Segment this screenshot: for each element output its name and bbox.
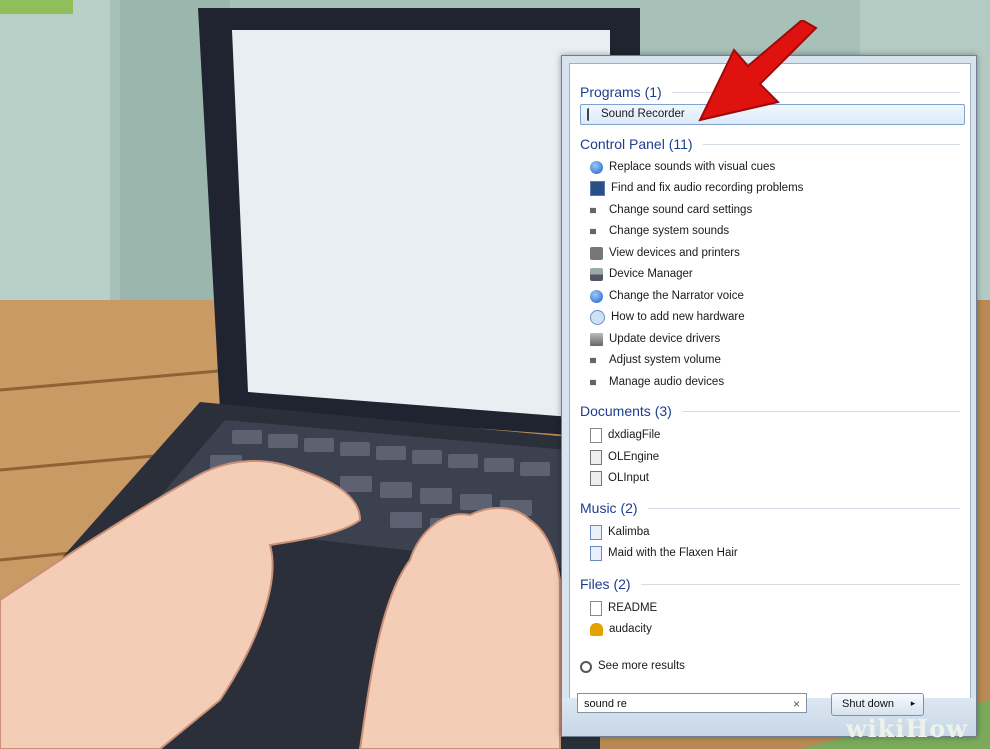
result-item-devices-printers[interactable]: View devices and printers — [590, 243, 740, 264]
start-menu-panel: Programs (1) Sound Recorder Control Pane… — [561, 55, 977, 737]
result-item-maid-flaxen-hair[interactable]: Maid with the Flaxen Hair — [590, 543, 738, 564]
ease-of-access-icon — [590, 161, 603, 174]
result-item-label: Manage audio devices — [609, 376, 725, 388]
speaker-icon — [590, 225, 603, 238]
result-item-label: dxdiagFile — [608, 429, 661, 441]
settings-file-icon — [590, 471, 602, 486]
shut-down-options-arrow-icon[interactable]: ▸ — [903, 693, 924, 716]
drivers-icon — [590, 333, 603, 346]
result-item-label: How to add new hardware — [611, 311, 745, 323]
result-item-label: OLEngine — [608, 451, 660, 463]
result-item-narrator-voice[interactable]: Change the Narrator voice — [590, 286, 744, 307]
speaker-icon — [590, 354, 603, 367]
search-input[interactable]: sound re × — [577, 693, 807, 713]
group-divider — [647, 507, 960, 509]
result-item-find-fix-audio[interactable]: Find and fix audio recording problems — [590, 178, 803, 199]
group-header-control-panel[interactable]: Control Panel (11) — [580, 133, 960, 155]
search-icon — [580, 660, 592, 673]
group-divider — [702, 143, 960, 145]
result-item-label: Change the Narrator voice — [609, 290, 744, 302]
result-item-add-hardware[interactable]: How to add new hardware — [590, 307, 745, 328]
device-manager-icon — [590, 268, 603, 281]
result-item-label: README — [608, 602, 658, 614]
result-item-replace-sounds[interactable]: Replace sounds with visual cues — [590, 157, 775, 178]
shut-down-button[interactable]: Shut down — [831, 693, 905, 716]
result-item-label: Sound Recorder — [601, 108, 685, 120]
see-more-results-link[interactable]: See more results — [580, 656, 685, 677]
result-item-label: audacity — [609, 623, 652, 635]
result-item-label: Maid with the Flaxen Hair — [608, 547, 738, 559]
result-item-label: Kalimba — [608, 526, 650, 538]
music-file-icon — [590, 525, 602, 540]
result-item-system-sounds[interactable]: Change system sounds — [590, 221, 729, 242]
microphone-icon — [587, 108, 595, 121]
corner-tab — [0, 0, 73, 14]
result-item-olengine[interactable]: OLEngine — [590, 447, 659, 468]
settings-file-icon — [590, 450, 602, 465]
see-more-results-label: See more results — [598, 660, 685, 672]
group-divider — [681, 410, 960, 412]
group-header-documents[interactable]: Documents (3) — [580, 400, 960, 422]
group-header-music[interactable]: Music (2) — [580, 497, 960, 519]
result-item-label: Change system sounds — [609, 225, 730, 237]
ease-of-access-icon — [590, 290, 603, 303]
clear-search-icon[interactable]: × — [793, 694, 800, 714]
document-icon — [590, 428, 602, 443]
group-header-programs-label: Programs (1) — [580, 84, 662, 100]
result-item-device-manager[interactable]: Device Manager — [590, 264, 693, 285]
result-item-label: Replace sounds with visual cues — [609, 161, 776, 173]
result-item-audio-devices[interactable]: Manage audio devices — [590, 372, 724, 393]
result-item-label: Update device drivers — [609, 333, 721, 345]
speaker-icon — [590, 376, 603, 389]
wikihow-watermark: wikiHow — [846, 714, 968, 743]
result-item-label: Change sound card settings — [609, 204, 753, 216]
search-input-value: sound re — [584, 698, 627, 710]
group-header-files[interactable]: Files (2) — [580, 573, 960, 595]
group-header-music-label: Music (2) — [580, 500, 638, 516]
red-arrow-annotation — [698, 20, 818, 122]
music-file-icon — [590, 546, 602, 561]
result-item-label: OLInput — [608, 472, 649, 484]
speaker-icon — [590, 204, 603, 217]
result-item-update-drivers[interactable]: Update device drivers — [590, 329, 720, 350]
group-header-control-panel-label: Control Panel (11) — [580, 136, 693, 152]
result-item-label: View devices and printers — [609, 247, 740, 259]
audacity-icon — [590, 623, 603, 636]
result-item-label: Device Manager — [609, 268, 693, 280]
group-header-files-label: Files (2) — [580, 576, 631, 592]
search-results-pane: Programs (1) Sound Recorder Control Pane… — [569, 63, 971, 731]
troubleshoot-icon — [590, 181, 605, 196]
group-header-documents-label: Documents (3) — [580, 403, 672, 419]
result-item-system-volume[interactable]: Adjust system volume — [590, 350, 721, 371]
document-icon — [590, 601, 602, 616]
result-item-audacity[interactable]: audacity — [590, 619, 652, 640]
help-icon — [590, 310, 605, 325]
result-item-label: Adjust system volume — [609, 354, 721, 366]
result-item-olinput[interactable]: OLInput — [590, 468, 649, 489]
printer-icon — [590, 247, 603, 260]
result-item-label: Find and fix audio recording problems — [611, 182, 804, 194]
result-item-dxdiagfile[interactable]: dxdiagFile — [590, 425, 660, 446]
result-item-readme[interactable]: README — [590, 598, 657, 619]
result-item-kalimba[interactable]: Kalimba — [590, 522, 650, 543]
result-item-sound-card-settings[interactable]: Change sound card settings — [590, 200, 752, 221]
group-divider — [640, 583, 960, 585]
